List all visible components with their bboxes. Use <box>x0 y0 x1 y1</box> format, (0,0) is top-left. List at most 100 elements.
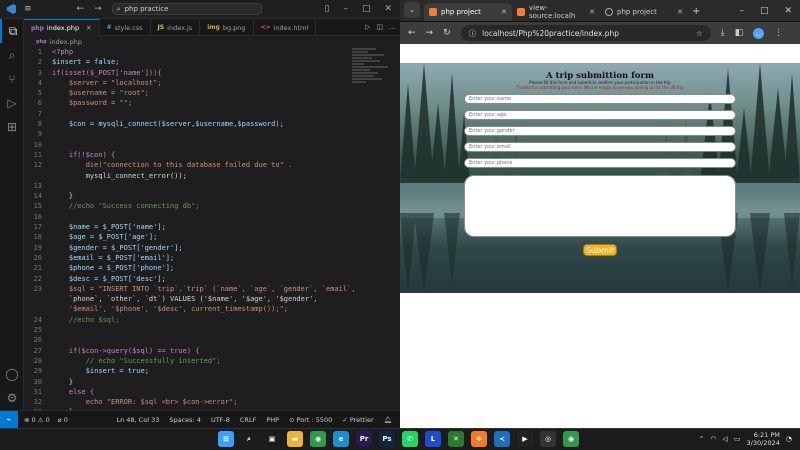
chevron-up-icon[interactable]: ⌃ <box>699 435 705 443</box>
reload-icon[interactable]: ↻ <box>443 28 451 38</box>
close-button[interactable]: ✕ <box>384 4 392 14</box>
l-app-icon[interactable]: L <box>425 431 441 447</box>
tab-index-html[interactable]: <> index.html <box>254 19 317 36</box>
account-icon[interactable]: ◯ <box>0 362 24 386</box>
problems-indicator[interactable]: ⊗ 0 ⚠ 0 <box>24 416 50 424</box>
forward-icon[interactable]: → <box>426 28 434 38</box>
submit-button[interactable]: Submit <box>583 244 617 256</box>
breadcrumb-file[interactable]: index.php <box>50 38 82 46</box>
task-view-icon[interactable]: ▣ <box>264 431 280 447</box>
profile-avatar[interactable]: ◡ <box>753 27 765 39</box>
forward-arrow-icon[interactable]: → <box>94 4 102 14</box>
extensions-icon[interactable]: ⊞ <box>0 115 24 139</box>
indentation[interactable]: Spaces: 4 <box>169 416 201 424</box>
code-line[interactable]: 25 <box>24 325 400 335</box>
code-line[interactable]: 22 $desc = $_POST['desc']; <box>24 274 400 284</box>
command-center-search[interactable]: ⌕ php practice <box>111 3 262 15</box>
phone-input[interactable]: Enter your phone <box>464 158 736 168</box>
code-line[interactable]: 5 $username = "root"; <box>24 88 400 98</box>
code-line[interactable]: 3 if(isset($_POST['name'])){ <box>24 68 400 78</box>
code-line[interactable]: 15 //echo "Success connecting db"; <box>24 201 400 211</box>
whatsapp-icon[interactable]: ✆ <box>402 431 418 447</box>
code-line[interactable]: 21 $phone = $_POST['phone']; <box>24 263 400 273</box>
notifications-icon[interactable]: 🔔︎ <box>384 416 392 424</box>
code-line[interactable]: 23 $sql = "INSERT INTO `trip`.`trip` (`n… <box>24 284 400 294</box>
xbox-icon[interactable]: ✕ <box>448 431 464 447</box>
close-tab-icon[interactable]: ✕ <box>677 8 683 16</box>
download-icon[interactable]: ⤓ <box>721 28 725 39</box>
tab-bg-png[interactable]: img bg.png <box>200 19 254 36</box>
email-input[interactable]: Enter your email <box>464 142 736 152</box>
start-icon[interactable]: ⊞ <box>218 431 234 447</box>
new-tab-icon[interactable]: + <box>692 6 700 17</box>
premiere-icon[interactable]: Pr <box>356 431 372 447</box>
code-line[interactable]: 1 <?php <box>24 47 400 57</box>
code-line[interactable]: 7 <box>24 109 400 119</box>
code-line[interactable]: 28 // echo "Successfully inserted"; <box>24 356 400 366</box>
back-icon[interactable]: ← <box>408 28 416 38</box>
site-info-icon[interactable]: ⓘ <box>469 28 477 39</box>
code-line[interactable]: 6 $password = ""; <box>24 98 400 108</box>
maximize-button[interactable]: □ <box>362 4 371 14</box>
run-debug-icon[interactable]: ▷ <box>0 91 24 115</box>
bookmark-star-icon[interactable]: ☆ <box>696 29 703 38</box>
code-line[interactable]: '$email', '$phone', '$desc', current_tim… <box>24 304 400 314</box>
code-line[interactable]: 17 $name = $_POST['name']; <box>24 222 400 232</box>
side-panel-icon[interactable]: ◧ <box>735 28 744 39</box>
tab-style-css[interactable]: # style.css <box>100 19 151 36</box>
remote-icon[interactable]: ⌁ <box>0 410 18 429</box>
media-icon[interactable]: ▶ <box>517 431 533 447</box>
vscode-icon[interactable]: ≺ <box>494 431 510 447</box>
ports-indicator[interactable]: ⌀ 0 <box>58 416 68 424</box>
back-arrow-icon[interactable]: ← <box>77 4 85 14</box>
wifi-icon[interactable]: ◠ <box>710 435 716 443</box>
code-line[interactable]: 32 echo "ERROR: $sql <br> $con->error"; <box>24 397 400 407</box>
browser-tab-php-project-2[interactable]: php project ✕ <box>600 3 688 21</box>
code-line[interactable]: 2 $insert = false; <box>24 57 400 67</box>
minimap[interactable] <box>352 47 392 137</box>
clock[interactable]: 6:21 PM 3/30/2024 <box>747 431 780 447</box>
code-line[interactable]: 29 $insert = true; <box>24 366 400 376</box>
notification-bell-icon[interactable]: ◔ <box>786 435 792 443</box>
edge-icon[interactable]: e <box>333 431 349 447</box>
more-icon[interactable]: … <box>389 23 396 31</box>
age-input[interactable]: Enter your age <box>464 110 736 120</box>
tab-search-icon[interactable]: ⌄ <box>404 2 420 18</box>
encoding[interactable]: UTF-8 <box>211 416 230 424</box>
prettier-status[interactable]: ✓ Prettier <box>342 416 373 424</box>
description-textarea[interactable] <box>464 175 736 237</box>
explorer-icon[interactable]: ⧉ <box>0 19 24 43</box>
search-icon[interactable]: ⌕ <box>241 431 257 447</box>
name-input[interactable]: Enter your name <box>464 94 736 104</box>
run-icon[interactable]: ▷ <box>365 23 370 31</box>
browser-tab-view-source[interactable]: view-source:localh ✕ <box>512 3 600 21</box>
code-line[interactable]: 30 } <box>24 377 400 387</box>
tab-index-php[interactable]: php index.php ✕ <box>24 19 100 36</box>
language-mode[interactable]: PHP <box>266 416 279 424</box>
code-line[interactable]: 31 else { <box>24 387 400 397</box>
close-tab-icon[interactable]: ✕ <box>589 8 595 16</box>
settings-gear-icon[interactable]: ⚙ <box>0 386 24 410</box>
line-ending[interactable]: CRLF <box>240 416 256 424</box>
code-line[interactable]: 26 <box>24 335 400 345</box>
minimize-button[interactable]: – <box>343 4 348 14</box>
code-line[interactable]: 8 $con = mysqli_connect($server,$usernam… <box>24 119 400 129</box>
close-tab-icon[interactable]: ✕ <box>501 8 507 16</box>
chrome-icon[interactable]: ◉ <box>310 431 326 447</box>
browser-tab-php-project[interactable]: php project ✕ <box>424 3 512 21</box>
xampp-icon[interactable]: ✻ <box>471 431 487 447</box>
tab-index-js[interactable]: JS index.js <box>151 19 201 36</box>
chrome-2-icon[interactable]: ◉ <box>563 431 579 447</box>
code-line[interactable]: 4 $server = "localhost"; <box>24 78 400 88</box>
battery-icon[interactable]: ▭ <box>734 435 741 443</box>
cursor-position[interactable]: Ln 48, Col 33 <box>116 416 159 424</box>
code-line[interactable]: 9 <box>24 129 400 139</box>
address-bar[interactable]: ⓘ localhost/Php%20practice/index.php ☆ <box>460 25 711 41</box>
code-editor[interactable]: 1 <?php 2 $insert = false; 3 if(isset($_POST[… <box>24 47 400 410</box>
code-line[interactable]: 24 //echo $sql; <box>24 315 400 325</box>
file-explorer-icon[interactable]: ▬ <box>287 431 303 447</box>
close-button[interactable]: ✕ <box>784 6 792 16</box>
code-line[interactable]: `phone`, `other`, `dt`) VALUES ('$name',… <box>24 294 400 304</box>
volume-icon[interactable]: ◁ <box>723 435 728 443</box>
minimize-button[interactable]: – <box>739 6 744 16</box>
